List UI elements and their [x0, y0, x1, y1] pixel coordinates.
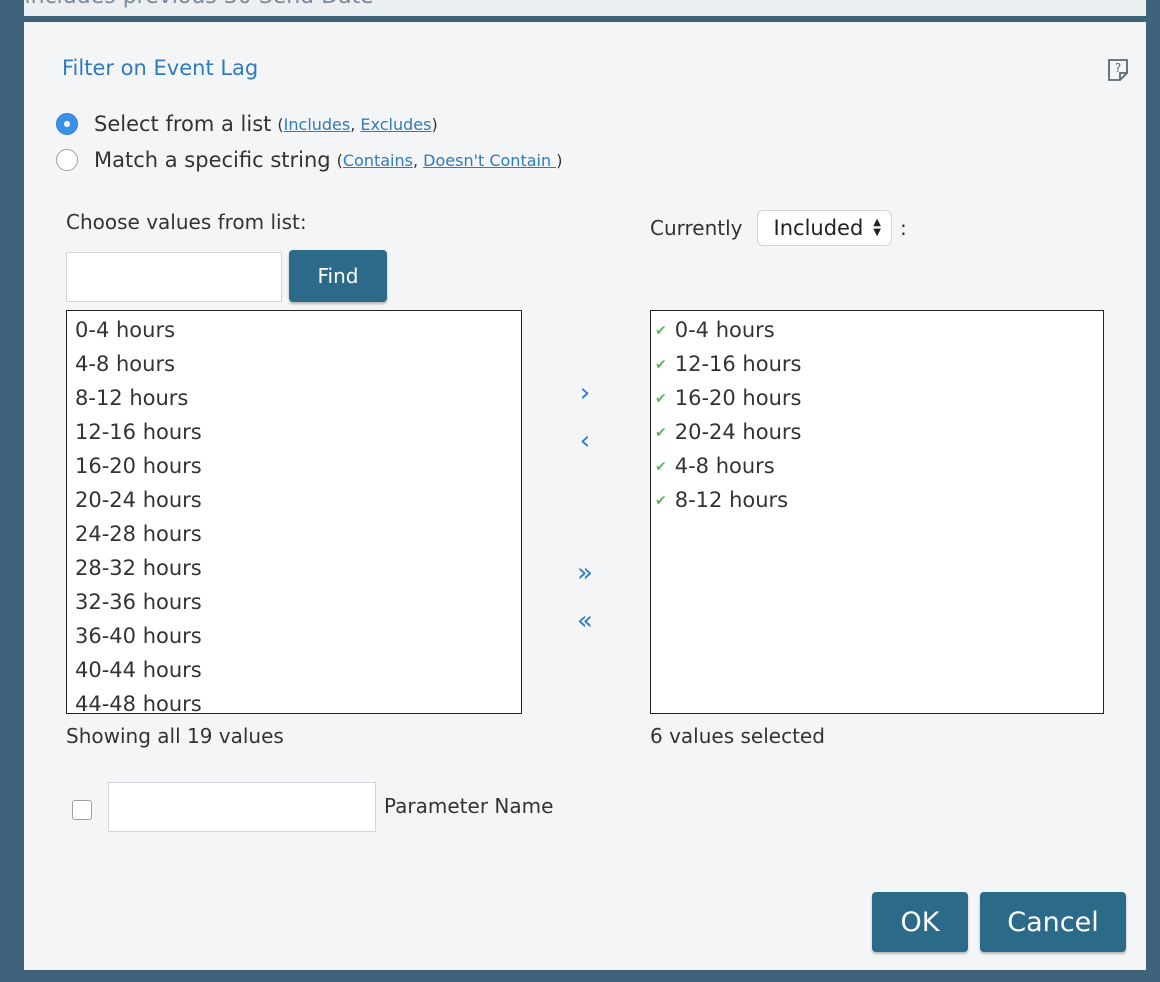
frame-border-right — [1146, 0, 1160, 982]
check-icon: ✔ — [655, 357, 667, 373]
excludes-link[interactable]: Excludes — [360, 115, 431, 134]
radio-match-string[interactable]: Match a specific string (Contains, Doesn… — [56, 148, 562, 172]
selected-item-label: 20-24 hours — [674, 420, 802, 444]
currently-label: Currently — [650, 216, 743, 240]
find-input[interactable] — [66, 252, 282, 302]
frame-border-left — [0, 0, 24, 982]
currently-colon: : — [900, 216, 907, 240]
parameter-checkbox[interactable] — [72, 800, 92, 820]
contains-link[interactable]: Contains — [343, 151, 413, 170]
list-item[interactable]: 8-12 hours — [75, 381, 521, 415]
selected-values: ✔ 0-4 hours ✔ 12-16 hours ✔ 16-20 hours ✔ 20-24… — [651, 311, 1103, 517]
list-item[interactable]: 4-8 hours — [75, 347, 521, 381]
selected-list-item[interactable]: ✔ 0-4 hours — [655, 313, 1103, 347]
selected-list-item[interactable]: ✔ 4-8 hours — [655, 449, 1103, 483]
check-icon: ✔ — [655, 425, 667, 441]
paren-close: ) — [556, 150, 563, 170]
selected-list-item[interactable]: ✔ 12-16 hours — [655, 347, 1103, 381]
selected-values-list[interactable]: ✔ 0-4 hours ✔ 12-16 hours ✔ 16-20 hours ✔ 20-24… — [650, 310, 1104, 714]
string-mode-links: (Contains, Doesn't Contain ) — [337, 151, 563, 170]
select-arrows-icon: ▲ ▼ — [873, 217, 881, 238]
selected-list-item[interactable]: ✔ 8-12 hours — [655, 483, 1103, 517]
radio-select-from-list[interactable]: Select from a list (Includes, Excludes) — [56, 112, 438, 136]
selected-item-label: 8-12 hours — [674, 488, 789, 512]
frame-border-bottom — [0, 970, 1160, 982]
include-mode-select[interactable]: Included ▲ ▼ — [756, 210, 892, 246]
list-item[interactable]: 44-48 hours — [75, 687, 521, 713]
add-selected-button[interactable]: › — [570, 378, 600, 408]
includes-link[interactable]: Includes — [284, 115, 351, 134]
available-count-status: Showing all 19 values — [66, 724, 284, 748]
currently-row: Currently Included ▲ ▼ : — [650, 210, 907, 246]
add-all-button[interactable]: » — [570, 558, 600, 588]
svg-text:?: ? — [1115, 61, 1121, 75]
selected-list-item[interactable]: ✔ 20-24 hours — [655, 415, 1103, 449]
list-mode-links: (Includes, Excludes) — [277, 115, 437, 134]
check-icon: ✔ — [655, 493, 667, 509]
filter-dialog: Filter on Event Lag ? Select from a list… — [24, 22, 1146, 970]
selected-item-label: 12-16 hours — [674, 352, 802, 376]
doesnt-contain-link[interactable]: Doesn't Contain — [423, 151, 556, 170]
check-icon: ✔ — [655, 459, 667, 475]
selected-item-label: 0-4 hours — [674, 318, 775, 342]
list-item[interactable]: 24-28 hours — [75, 517, 521, 551]
radio-button-string[interactable] — [56, 149, 78, 171]
radio-label-string: Match a specific string — [94, 148, 331, 172]
list-item[interactable]: 0-4 hours — [75, 313, 521, 347]
choose-values-label: Choose values from list: — [66, 210, 307, 234]
radio-button-list[interactable] — [56, 113, 78, 135]
background-report-text: e includes previous 30 Send Date — [4, 0, 374, 9]
available-values-list[interactable]: 0-4 hours 4-8 hours 8-12 hours 12-16 hours 1… — [66, 310, 522, 714]
selected-item-label: 4-8 hours — [674, 454, 775, 478]
remove-selected-button[interactable]: ‹ — [570, 426, 600, 456]
link-separator: , — [412, 150, 419, 170]
check-icon: ✔ — [655, 391, 667, 407]
select-value: Included — [773, 216, 864, 240]
list-item[interactable]: 12-16 hours — [75, 415, 521, 449]
radio-label-list: Select from a list — [94, 112, 272, 136]
list-item[interactable]: 36-40 hours — [75, 619, 521, 653]
selected-item-label: 16-20 hours — [674, 386, 802, 410]
selected-list-item[interactable]: ✔ 16-20 hours — [655, 381, 1103, 415]
dialog-title: Filter on Event Lag — [62, 56, 259, 80]
parameter-name-label: Parameter Name — [384, 794, 554, 818]
list-item[interactable]: 28-32 hours — [75, 551, 521, 585]
ok-button[interactable]: OK — [872, 892, 968, 952]
available-values: 0-4 hours 4-8 hours 8-12 hours 12-16 hours 1… — [67, 311, 521, 713]
selected-count-status: 6 values selected — [650, 724, 825, 748]
check-icon: ✔ — [655, 323, 667, 339]
list-item[interactable]: 32-36 hours — [75, 585, 521, 619]
find-button[interactable]: Find — [289, 250, 387, 302]
help-icon[interactable]: ? — [1107, 58, 1129, 82]
link-separator: , — [350, 114, 356, 134]
cancel-button[interactable]: Cancel — [980, 892, 1126, 952]
parameter-name-input[interactable] — [108, 782, 376, 832]
paren-close: ) — [431, 114, 438, 134]
list-item[interactable]: 16-20 hours — [75, 449, 521, 483]
remove-all-button[interactable]: « — [570, 606, 600, 636]
list-item[interactable]: 40-44 hours — [75, 653, 521, 687]
list-item[interactable]: 20-24 hours — [75, 483, 521, 517]
